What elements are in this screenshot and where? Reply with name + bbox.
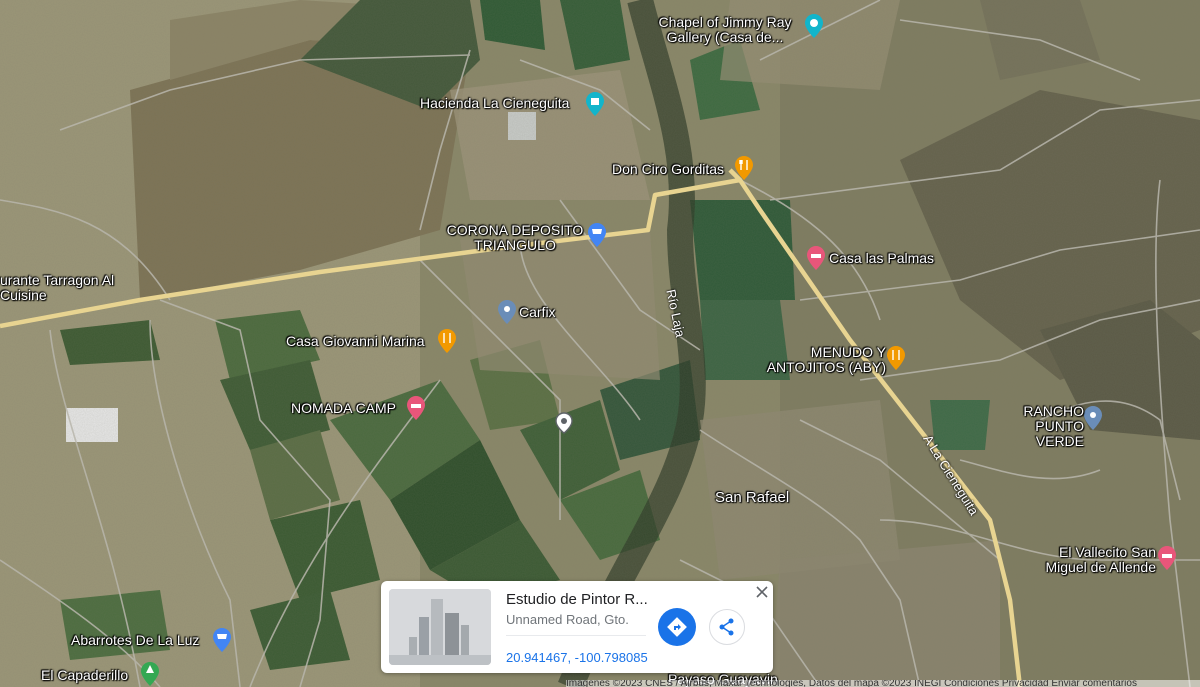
- museum-pin-icon[interactable]: [804, 13, 824, 39]
- directions-icon: [667, 617, 687, 637]
- place-title[interactable]: Estudio de Pintor R...: [506, 591, 648, 608]
- place-info-card[interactable]: Estudio de Pintor R... Unnamed Road, Gto…: [381, 581, 773, 673]
- place-pin-icon[interactable]: [1083, 405, 1103, 431]
- landmark-pin-icon[interactable]: [585, 91, 605, 117]
- place-coordinates[interactable]: 20.941467, -100.798085: [506, 650, 648, 665]
- place-label-nomada[interactable]: NOMADA CAMP: [291, 401, 396, 416]
- share-button[interactable]: [709, 609, 745, 645]
- restaurant-pin-icon[interactable]: [886, 345, 906, 371]
- place-label-corona[interactable]: CORONA DEPOSITO TRIANGULO: [443, 223, 587, 253]
- place-label-don-ciro[interactable]: Don Ciro Gorditas: [612, 162, 724, 177]
- lodging-pin-icon[interactable]: [1157, 545, 1177, 571]
- place-label-chapel[interactable]: Chapel of Jimmy Ray Gallery (Casa de...: [646, 15, 804, 45]
- restaurant-pin-icon[interactable]: [734, 155, 754, 181]
- place-label-hacienda[interactable]: Hacienda La Cieneguita: [420, 96, 569, 111]
- place-pin-icon[interactable]: [497, 299, 517, 325]
- place-label-vallecito[interactable]: El Vallecito San Miguel de Allende: [1040, 545, 1156, 575]
- share-icon: [719, 618, 734, 636]
- restaurant-pin-icon[interactable]: [437, 328, 457, 354]
- place-label-giovanni[interactable]: Casa Giovanni Marina: [286, 334, 425, 349]
- place-label-menudo[interactable]: MENUDO Y ANTOJITOS (ABY): [752, 345, 886, 375]
- lodging-pin-icon[interactable]: [406, 395, 426, 421]
- place-label-capadero[interactable]: El Capaderillo: [41, 668, 128, 683]
- park-pin-icon[interactable]: [140, 661, 160, 687]
- close-button[interactable]: [754, 584, 770, 600]
- map-attribution: Imágenes ©2023 CNES / Airbus, Maxar Tech…: [566, 680, 1200, 687]
- lodging-pin-icon[interactable]: [806, 245, 826, 271]
- place-label-carfix[interactable]: Carfix: [519, 305, 556, 320]
- directions-button[interactable]: [658, 608, 696, 646]
- place-address: Unnamed Road, Gto.: [506, 612, 629, 627]
- place-label-rancho[interactable]: RANCHO PUNTO VERDE: [1002, 404, 1084, 449]
- close-icon: [756, 586, 768, 598]
- shopping-pin-icon[interactable]: [212, 627, 232, 653]
- place-thumbnail[interactable]: [389, 589, 491, 665]
- shopping-pin-icon[interactable]: [587, 222, 607, 248]
- building-icon: [389, 589, 491, 665]
- divider: [506, 635, 646, 636]
- place-label-san-rafael[interactable]: San Rafael: [715, 490, 789, 505]
- place-label-tarragon[interactable]: urante Tarragon Al Cuisine: [0, 273, 128, 303]
- place-label-casa-palmas[interactable]: Casa las Palmas: [829, 251, 934, 266]
- place-label-abarrotes[interactable]: Abarrotes De La Luz: [71, 633, 199, 648]
